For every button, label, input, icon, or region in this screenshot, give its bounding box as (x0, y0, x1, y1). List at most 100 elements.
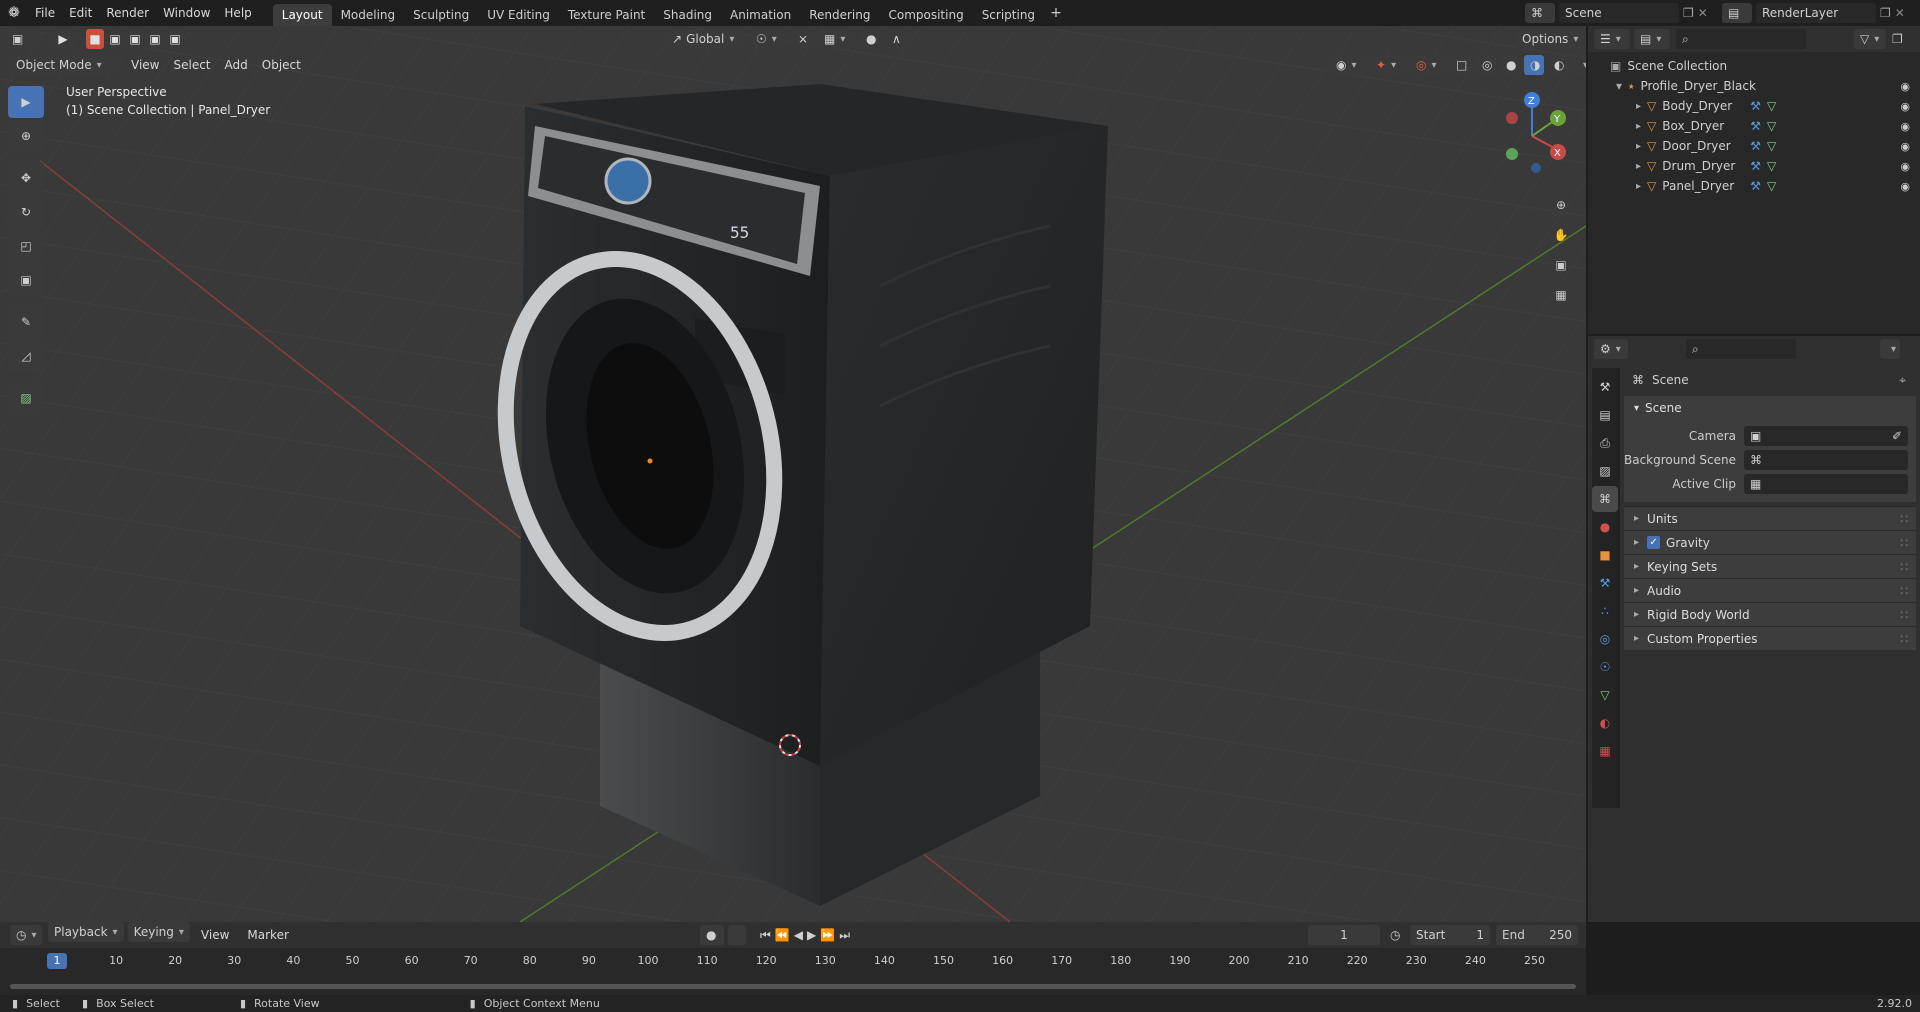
texture-tab-icon[interactable]: ▦ (1592, 738, 1618, 764)
pan-hand-icon[interactable]: ✋ (1548, 222, 1574, 248)
tool-tab-icon[interactable]: ⚒ (1592, 374, 1618, 400)
subpanel-audio[interactable]: ▸ Audio ∷ (1624, 578, 1916, 602)
xray-toggle-icon[interactable]: □ (1450, 55, 1472, 75)
drag-handle-icon[interactable]: ∷ (1900, 560, 1908, 574)
expand-arrow-icon[interactable]: ▸ (1636, 101, 1641, 112)
new-collection-icon[interactable]: ❐ (1892, 32, 1903, 46)
navigation-gizmo[interactable]: Z Y X (1494, 88, 1570, 184)
subpanel-rigid-body-world[interactable]: ▸ Rigid Body World ∷ (1624, 602, 1916, 626)
gizmo-toggle-icon[interactable]: ✦ (1370, 55, 1406, 75)
visibility-eye-icon[interactable]: ◉ (1900, 80, 1910, 93)
timeline-menu-view[interactable]: View (194, 922, 236, 948)
subpanel-keying-sets[interactable]: ▸ Keying Sets ∷ (1624, 554, 1916, 578)
subpanel-gravity[interactable]: ▸ ✓ Gravity ∷ (1624, 530, 1916, 554)
end-frame-field[interactable]: End 250 (1496, 925, 1578, 945)
next-keyframe-icon[interactable]: ⏩ (820, 928, 835, 942)
frame-ruler[interactable]: 1 10 20 30 40 50 60 70 80 90 100 110 120 130 140 150 160… (0, 950, 1586, 974)
transform-tool-icon[interactable]: ▣ (8, 264, 44, 296)
menu-help[interactable]: Help (217, 0, 258, 26)
viewport-menu-add[interactable]: Add (218, 52, 255, 78)
solid-shading-icon[interactable]: ● (1500, 55, 1520, 75)
select-box-tool-icon[interactable]: ▶ (8, 86, 44, 118)
zoom-icon[interactable]: ⊕ (1548, 192, 1574, 218)
visibility-eye-icon[interactable]: ◉ (1900, 160, 1910, 173)
menu-file[interactable]: File (28, 0, 62, 26)
cursor-tool-icon[interactable]: ⊕ (8, 120, 44, 152)
subpanel-custom-properties[interactable]: ▸ Custom Properties ∷ (1624, 626, 1916, 650)
scene-panel-header[interactable]: ▾ Scene (1624, 396, 1916, 420)
expand-arrow-icon[interactable]: ▸ (1636, 161, 1641, 172)
properties-editor-type-icon[interactable]: ⚙ (1594, 339, 1628, 359)
control-knob[interactable] (604, 157, 652, 205)
subpanel-units[interactable]: ▸ Units ∷ (1624, 506, 1916, 530)
current-frame-field[interactable]: 1 (1308, 925, 1380, 945)
falloff-icon[interactable]: ∧ (886, 29, 910, 49)
select-new-icon[interactable]: ■ (86, 29, 104, 49)
drag-handle-icon[interactable]: ∷ (1900, 608, 1908, 622)
pin-icon[interactable]: ⌖ (1899, 373, 1906, 388)
outliner-search-input[interactable]: ⌕ (1676, 29, 1806, 49)
timeline-menu-playback[interactable]: Playback (48, 922, 124, 942)
wireframe-shading-icon[interactable]: ◎ (1476, 55, 1496, 75)
snap-toggle[interactable]: ⨯ (792, 29, 812, 49)
view-layer-tab-icon[interactable]: ▨ (1592, 458, 1618, 484)
new-view-layer-icon[interactable]: ❐ (1880, 6, 1891, 20)
scale-tool-icon[interactable]: ◰ (8, 230, 44, 262)
menu-edit[interactable]: Edit (62, 0, 99, 26)
select-subtract-icon[interactable]: ▣ (126, 29, 144, 49)
shading-options-icon[interactable] (1572, 55, 1586, 75)
outliner-collection-row[interactable]: ▾ ⭑ Profile_Dryer_Black ◉ (1588, 76, 1920, 96)
scene-tab-icon[interactable]: ⌘ (1592, 486, 1618, 512)
measure-tool-icon[interactable]: ◿ (8, 340, 44, 372)
filter-icon[interactable]: ▽ (1854, 29, 1886, 49)
properties-options-icon[interactable] (1880, 339, 1900, 359)
select-tool-icon[interactable]: ▶ (50, 29, 76, 49)
visibility-eye-icon[interactable]: ◉ (1900, 100, 1910, 113)
playhead-frame[interactable]: 1 (47, 953, 67, 969)
pivot-point-dropdown[interactable]: ☉ (750, 29, 786, 49)
viewport-scene[interactable]: 55 (0, 26, 1586, 922)
material-tab-icon[interactable]: ◐ (1592, 710, 1618, 736)
scene-name-field[interactable]: Scene (1559, 3, 1679, 23)
eyedropper-icon[interactable]: ✐ (1892, 429, 1902, 443)
viewport-menu-select[interactable]: Select (166, 52, 217, 78)
timeline-scrollbar[interactable] (10, 984, 1576, 989)
camera-field[interactable]: ▣ ✐ (1744, 426, 1908, 446)
visibility-dropdown[interactable]: ◉ (1330, 55, 1366, 75)
outliner-object-row[interactable]: ▸ ▽ Panel_Dryer ⚒ ▽ ◉ (1588, 176, 1920, 196)
view-layer-icon[interactable]: ▤ (1722, 3, 1752, 23)
outliner-scene-collection[interactable]: ▣ Scene Collection (1588, 56, 1920, 76)
editor-type-icon[interactable]: ▣ (6, 29, 40, 49)
delete-scene-icon[interactable]: ✕ (1698, 6, 1708, 20)
physics-tab-icon[interactable]: ◎ (1592, 626, 1618, 652)
perspective-toggle-icon[interactable]: ▦ (1548, 282, 1574, 308)
visibility-eye-icon[interactable]: ◉ (1900, 120, 1910, 133)
transform-orientation-dropdown[interactable]: ↗ Global (666, 29, 744, 49)
tab-uv-editing[interactable]: UV Editing (478, 4, 559, 26)
output-tab-icon[interactable]: ⎙ (1592, 430, 1618, 456)
add-cube-tool-icon[interactable]: ▨ (8, 382, 44, 414)
rotate-tool-icon[interactable]: ↻ (8, 196, 44, 228)
visibility-eye-icon[interactable]: ◉ (1900, 180, 1910, 193)
tab-scripting[interactable]: Scripting (973, 4, 1044, 26)
preview-range-icon[interactable]: ◷ (1390, 928, 1400, 942)
visibility-eye-icon[interactable]: ◉ (1900, 140, 1910, 153)
start-frame-field[interactable]: Start 1 (1410, 925, 1490, 945)
data-tab-icon[interactable]: ▽ (1592, 682, 1618, 708)
jump-end-icon[interactable]: ⏭ (839, 928, 850, 943)
add-workspace-button[interactable]: + (1050, 5, 1062, 21)
properties-search-input[interactable]: ⌕ (1686, 339, 1796, 359)
timeline-menu-marker[interactable]: Marker (240, 922, 295, 948)
background-scene-field[interactable]: ⌘ (1744, 450, 1908, 470)
tab-compositing[interactable]: Compositing (879, 4, 972, 26)
constraints-tab-icon[interactable]: ☉ (1592, 654, 1618, 680)
modifier-tab-icon[interactable]: ⚒ (1592, 570, 1618, 596)
jump-start-icon[interactable]: ⏮ (760, 928, 771, 943)
blender-logo-icon[interactable]: ❁ (0, 5, 28, 21)
object-tab-icon[interactable]: ■ (1592, 542, 1618, 568)
drag-handle-icon[interactable]: ∷ (1900, 584, 1908, 598)
outliner-editor-type-icon[interactable]: ☰ (1594, 29, 1630, 49)
active-clip-field[interactable]: ▦ (1744, 474, 1908, 494)
outliner-object-row[interactable]: ▸ ▽ Box_Dryer ⚒ ▽ ◉ (1588, 116, 1920, 136)
tab-rendering[interactable]: Rendering (800, 4, 879, 26)
